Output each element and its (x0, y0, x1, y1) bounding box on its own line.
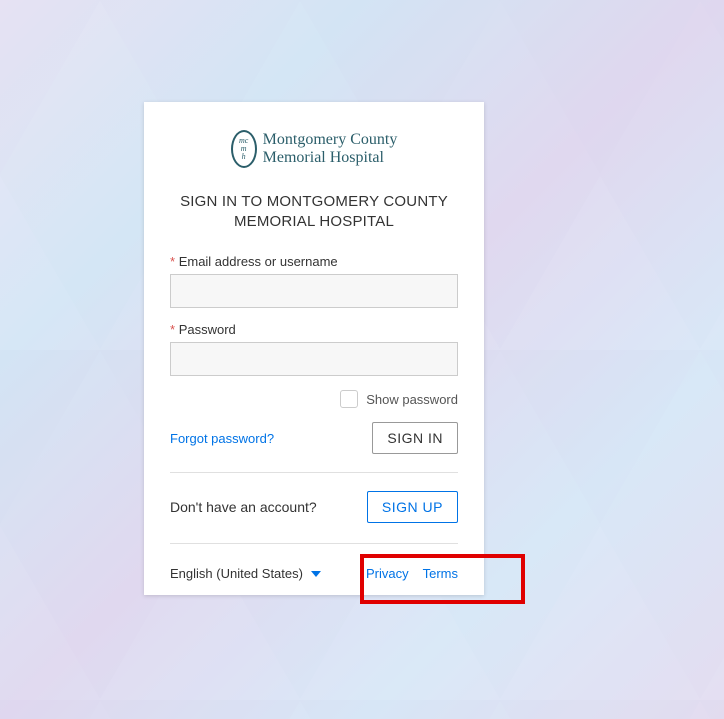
signin-card: mc m h Montgomery County Memorial Hospit… (144, 102, 484, 595)
forgot-password-link[interactable]: Forgot password? (170, 431, 274, 446)
logo-oval-text-bot: h (242, 153, 246, 161)
logo-line2: Memorial Hospital (263, 149, 398, 167)
language-label: English (United States) (170, 566, 303, 581)
logo-text: Montgomery County Memorial Hospital (263, 131, 398, 167)
signin-button[interactable]: SIGN IN (372, 422, 458, 454)
privacy-link[interactable]: Privacy (366, 566, 409, 581)
terms-link[interactable]: Terms (423, 566, 458, 581)
required-mark: * (170, 254, 175, 269)
page-heading: SIGN IN TO MONTGOMERY COUNTY MEMORIAL HO… (170, 192, 458, 232)
password-label-text: Password (179, 322, 236, 337)
password-label: * Password (170, 322, 458, 337)
email-label: * Email address or username (170, 254, 458, 269)
divider (170, 543, 458, 544)
logo: mc m h Montgomery County Memorial Hospit… (170, 130, 458, 168)
signup-row: Don't have an account? SIGN UP (170, 491, 458, 523)
logo-line1: Montgomery County (263, 131, 398, 149)
required-mark: * (170, 322, 175, 337)
divider (170, 472, 458, 473)
show-password-label: Show password (366, 392, 458, 407)
show-password-row: Show password (170, 390, 458, 408)
email-input[interactable] (170, 274, 458, 308)
footer-links: Privacy Terms (366, 566, 458, 581)
password-input[interactable] (170, 342, 458, 376)
logo-oval-icon: mc m h (231, 130, 257, 168)
show-password-checkbox[interactable] (340, 390, 358, 408)
actions-row: Forgot password? SIGN IN (170, 422, 458, 454)
email-label-text: Email address or username (179, 254, 338, 269)
no-account-text: Don't have an account? (170, 499, 317, 515)
language-selector[interactable]: English (United States) (170, 566, 321, 581)
signup-button[interactable]: SIGN UP (367, 491, 458, 523)
footer-row: English (United States) Privacy Terms (170, 562, 458, 581)
caret-down-icon (311, 571, 321, 577)
